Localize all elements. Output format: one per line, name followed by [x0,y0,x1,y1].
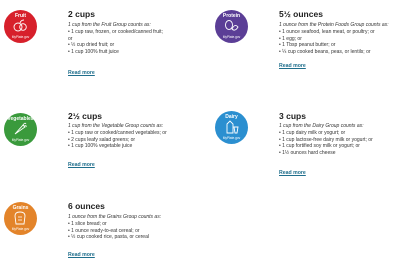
list-item: • 1 Tbsp peanut butter; or [279,42,336,49]
myplate-brand: MyPlate.gov [11,227,30,231]
protein-equivalents-list: • 1 ounce seafood, lean meat, or poultry… [279,29,375,55]
grains-amount: 6 ounces [68,201,105,211]
protein-group-badge: Protein MyPlate.gov [215,10,248,43]
list-item: • 1 ounce seafood, lean meat, or poultry… [279,29,375,35]
dairy-read-more-link[interactable]: Read more [279,170,306,176]
fruit-equivalents-list: • 1 cup raw, frozen, or cooked/canned fr… [68,29,163,55]
list-item: • 1 cup raw or cooked/canned vegetables;… [68,130,167,136]
fruit-icon [13,19,27,32]
fruit-subtitle: 1 cup from the Fruit Group counts as: [68,22,151,28]
dairy-icon [226,120,239,134]
grains-icon [14,211,26,225]
myplate-brand: MyPlate.gov [222,136,241,140]
list-item: • 2 cups leafy salad greens; or [68,136,136,143]
list-item: • 1 slice bread; or [68,221,107,227]
list-item: • 1 cup lactose-free dairy milk or yogur… [279,136,373,143]
grains-subtitle: 1 ounce from the Grains Group counts as: [68,214,162,220]
vegetables-group-badge: Vegetables MyPlate.gov [4,113,37,146]
list-item: • 1 cup fortified soy milk or yogurt; or [279,143,360,150]
myplate-brand: MyPlate.gov [11,138,30,142]
list-item: • 1 cup 100% vegetable juice [68,143,133,150]
fruit-amount: 2 cups [68,9,95,19]
protein-amount: 5½ ounces [279,9,323,19]
grains-group-badge: Grains MyPlate.gov [4,202,37,235]
myplate-brand: MyPlate.gov [11,35,30,39]
protein-icon [225,20,239,31]
myplate-brand: MyPlate.gov [222,35,241,39]
list-item: • 1 cup dairy milk or yogurt; or [279,130,346,136]
grains-equivalents-list: • 1 slice bread; or • 1 ounce ready-to-e… [68,221,149,241]
list-item: • ½ cup cooked rice, pasta, or cereal [68,234,149,241]
vegetables-icon [14,122,27,135]
grains-read-more-link[interactable]: Read more [68,252,95,258]
protein-subtitle: 1 ounce from the Protein Foods Group cou… [279,22,389,28]
list-item: • 1½ ounces hard cheese [279,149,336,156]
dairy-subtitle: 1 cup from the Dairy Group counts as: [279,123,364,129]
dairy-equivalents-list: • 1 cup dairy milk or yogurt; or • 1 cup… [279,130,373,156]
list-item: • 1 cup raw, frozen, or cooked/canned fr… [68,29,163,35]
vegetables-amount: 2½ cups [68,111,103,121]
list-item: • ¼ cup cooked beans, peas, or lentils; … [279,48,371,55]
list-item: • 1 cup 100% fruit juice [68,48,119,55]
vegetables-read-more-link[interactable]: Read more [68,162,95,168]
protein-read-more-link[interactable]: Read more [279,63,306,69]
vegetables-equivalents-list: • 1 cup raw or cooked/canned vegetables;… [68,130,167,150]
dairy-amount: 3 cups [279,111,306,121]
list-item: • 1 egg; or [279,35,302,42]
fruit-read-more-link[interactable]: Read more [68,70,95,76]
list-item: • ½ cup dried fruit; or [68,42,115,49]
dairy-group-badge: Dairy MyPlate.gov [215,111,248,144]
vegetables-subtitle: 1 cup from the Vegetable Group counts as… [68,123,164,129]
fruit-group-badge: Fruit MyPlate.gov [4,10,37,43]
